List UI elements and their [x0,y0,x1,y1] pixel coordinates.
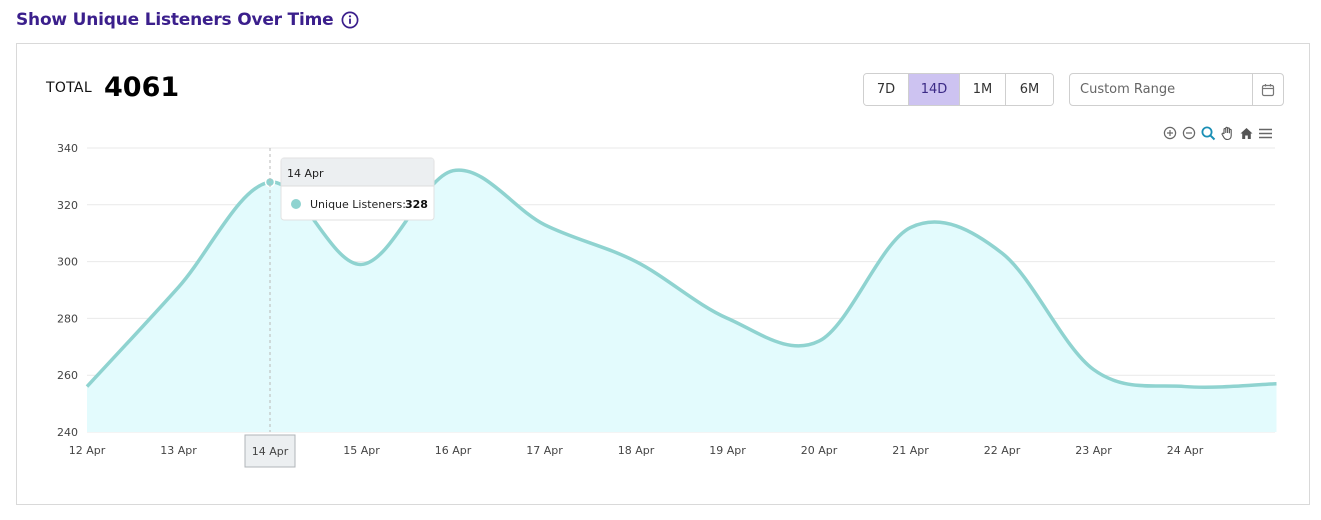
y-tick-label: 340 [57,142,78,155]
x-axis-highlight-text: 14 Apr [252,445,289,458]
y-tick-label: 300 [57,256,78,269]
area-chart: 240 260 280 300 320 340 12 Apr 13 Apr 15 Apr 16 … [57,142,1277,468]
x-tick-label: 16 Apr [435,444,472,457]
x-tick-label: 17 Apr [526,444,563,457]
x-tick-label: 19 Apr [709,444,746,457]
x-tick-label: 21 Apr [892,444,929,457]
y-axis: 240 260 280 300 320 340 [57,142,78,439]
y-tick-label: 320 [57,199,78,212]
x-axis-highlight-label: 14 Apr [244,434,296,468]
x-axis: 12 Apr 13 Apr 15 Apr 16 Apr 17 Apr 18 Apr 19 A… [69,444,1204,457]
tooltip-series-label: Unique Listeners: [310,198,406,211]
y-tick-label: 240 [57,426,78,439]
area-fill [87,170,1277,432]
x-tick-label: 12 Apr [69,444,106,457]
x-tick-label: 13 Apr [160,444,197,457]
chart-card: TOTAL 4061 7D 14D 1M 6M Custom Range 240… [16,43,1310,505]
x-tick-label: 20 Apr [801,444,838,457]
tooltip-date: 14 Apr [287,167,324,180]
x-tick-label: 24 Apr [1167,444,1204,457]
x-tick-label: 22 Apr [984,444,1021,457]
tooltip: 14 Apr Unique Listeners: 328 [280,157,435,221]
chart-title-text: Show Unique Listeners Over Time [16,10,334,30]
x-tick-label: 23 Apr [1075,444,1112,457]
x-tick-label: 15 Apr [343,444,380,457]
x-tick-label: 18 Apr [618,444,655,457]
y-tick-label: 260 [57,369,78,382]
y-tick-label: 280 [57,312,78,325]
tooltip-series-marker [291,199,301,209]
chart-title: Show Unique Listeners Over Time [16,8,359,32]
tooltip-value: 328 [405,198,428,211]
info-icon[interactable] [341,11,359,29]
